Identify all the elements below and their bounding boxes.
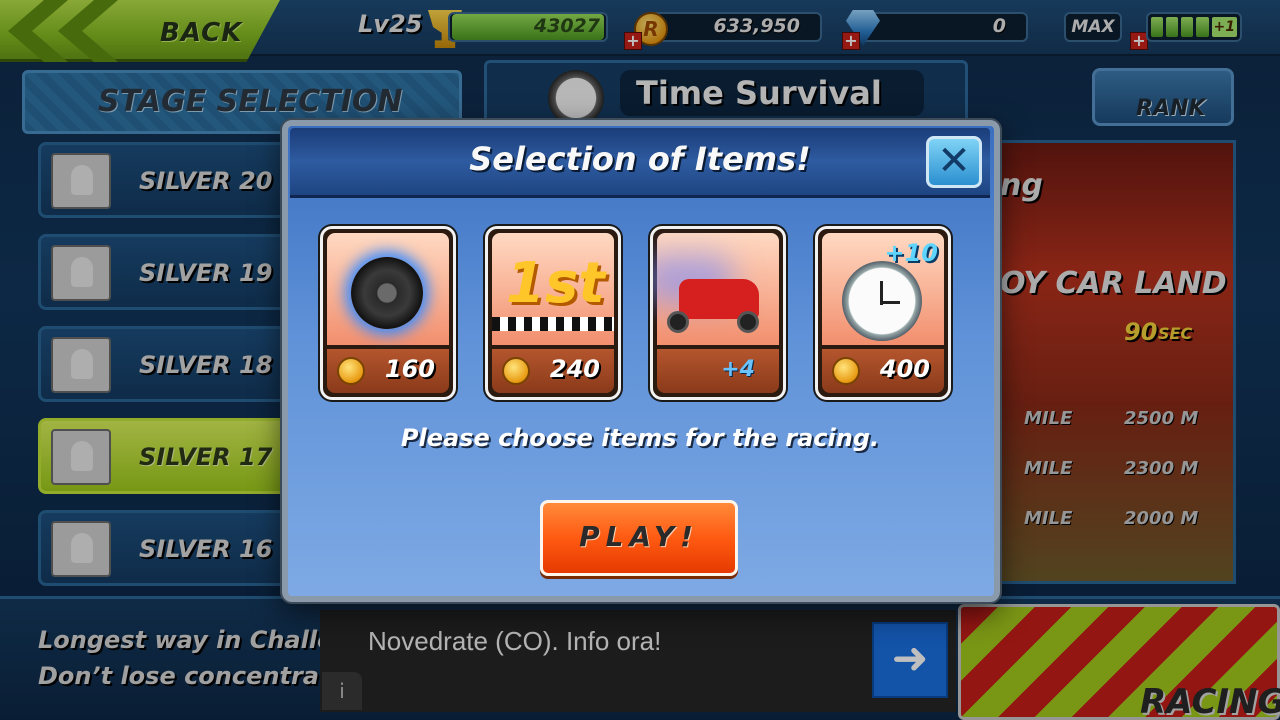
dialog-message: Please choose items for the racing. [400, 424, 880, 452]
wheel-icon [667, 311, 689, 333]
play-label[interactable]: PLAY! [540, 520, 738, 553]
time-bonus-label: +10 [884, 239, 938, 267]
item-art [327, 233, 449, 345]
blue-flame-tire-icon [351, 257, 423, 329]
coin-icon [832, 357, 860, 385]
item-price-bar: 240 [492, 349, 614, 393]
item-price-bar: +4 [657, 349, 779, 393]
item-price: 240 [549, 355, 600, 383]
item-card-extra-cars[interactable]: +4 [650, 226, 786, 400]
item-price: 400 [879, 355, 930, 383]
coin-icon [337, 357, 365, 385]
item-art: 1st [492, 233, 614, 345]
coin-icon [502, 357, 530, 385]
close-button[interactable]: ✕ [926, 136, 982, 188]
item-price-bar: 400 [822, 349, 944, 393]
wheel-icon [737, 311, 759, 333]
checkered-flag-icon [492, 317, 614, 331]
item-art [657, 233, 779, 345]
item-card-extra-time[interactable]: +10 400 [815, 226, 951, 400]
item-card-first-start[interactable]: 1st 240 [485, 226, 621, 400]
item-price: 160 [384, 355, 435, 383]
stopwatch-hand [880, 301, 900, 304]
item-card-nitro-tire[interactable]: 160 [320, 226, 456, 400]
first-place-icon: 1st [506, 251, 606, 316]
dialog-title: Selection of Items! [469, 140, 811, 178]
item-price-bar: 160 [327, 349, 449, 393]
item-bonus: +4 [721, 357, 755, 382]
item-art: +10 [822, 233, 944, 345]
